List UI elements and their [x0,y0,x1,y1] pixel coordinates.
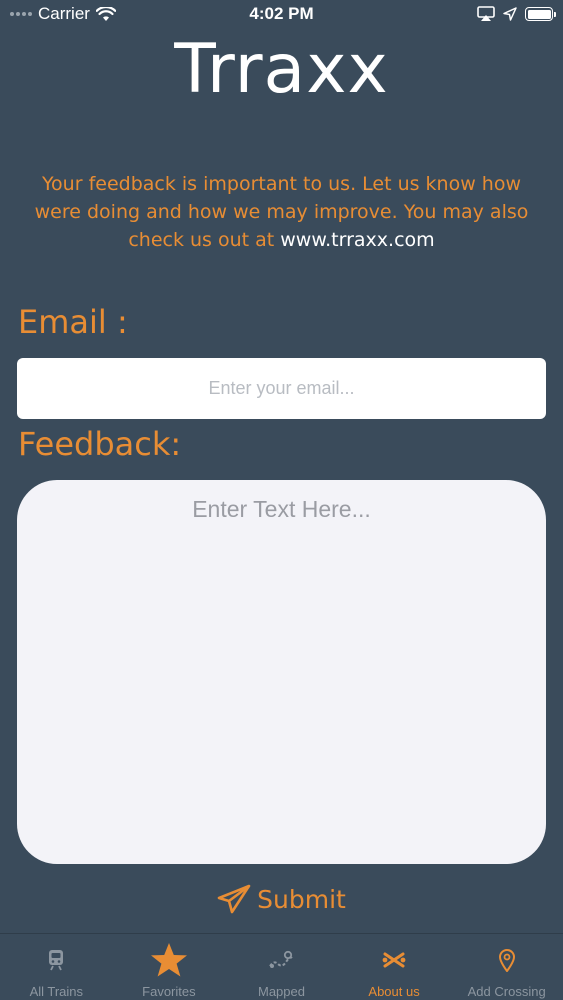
cellular-signal-icon [10,12,32,16]
tab-all-trains[interactable]: All Trains [0,934,113,1000]
battery-icon [525,7,556,21]
email-field[interactable] [17,358,546,419]
submit-label: Submit [257,884,346,914]
feedback-textarea[interactable] [17,480,546,864]
status-right [477,6,556,22]
tab-mapped[interactable]: Mapped [225,934,338,1000]
map-route-icon [269,950,294,968]
railroad-crossing-icon [382,952,406,968]
tab-favorites[interactable]: Favorites [113,934,226,1000]
location-pin-icon [498,949,515,972]
tab-label: Favorites [142,984,196,999]
email-label: Email : [18,303,128,341]
website-link[interactable]: www.trraxx.com [280,229,434,251]
tab-about-us[interactable]: About us [338,934,451,1000]
status-time: 4:02 PM [249,4,314,23]
wifi-icon [95,6,116,21]
airplay-icon [477,6,495,21]
tab-label: About us [368,984,420,999]
tab-bar: All Trains Favorites Mapped About us Add… [0,933,563,1000]
carrier-label: Carrier [38,4,90,23]
tab-label: Mapped [257,984,305,999]
app-title: Trraxx [174,30,389,109]
tab-label: Add Crossing [467,984,546,999]
status-left: Carrier [10,4,116,24]
paper-plane-icon [217,884,251,914]
location-arrow-icon [503,7,517,21]
train-icon [49,950,64,971]
intro-text: Your feedback is important to us. Let us… [20,170,543,254]
tab-label: All Trains [29,984,84,999]
star-icon [150,943,187,977]
tab-add-crossing[interactable]: Add Crossing [450,934,563,1000]
feedback-label: Feedback: [18,425,182,463]
submit-button[interactable]: Submit [0,884,563,914]
status-bar: Carrier 4:02 PM [0,0,563,28]
